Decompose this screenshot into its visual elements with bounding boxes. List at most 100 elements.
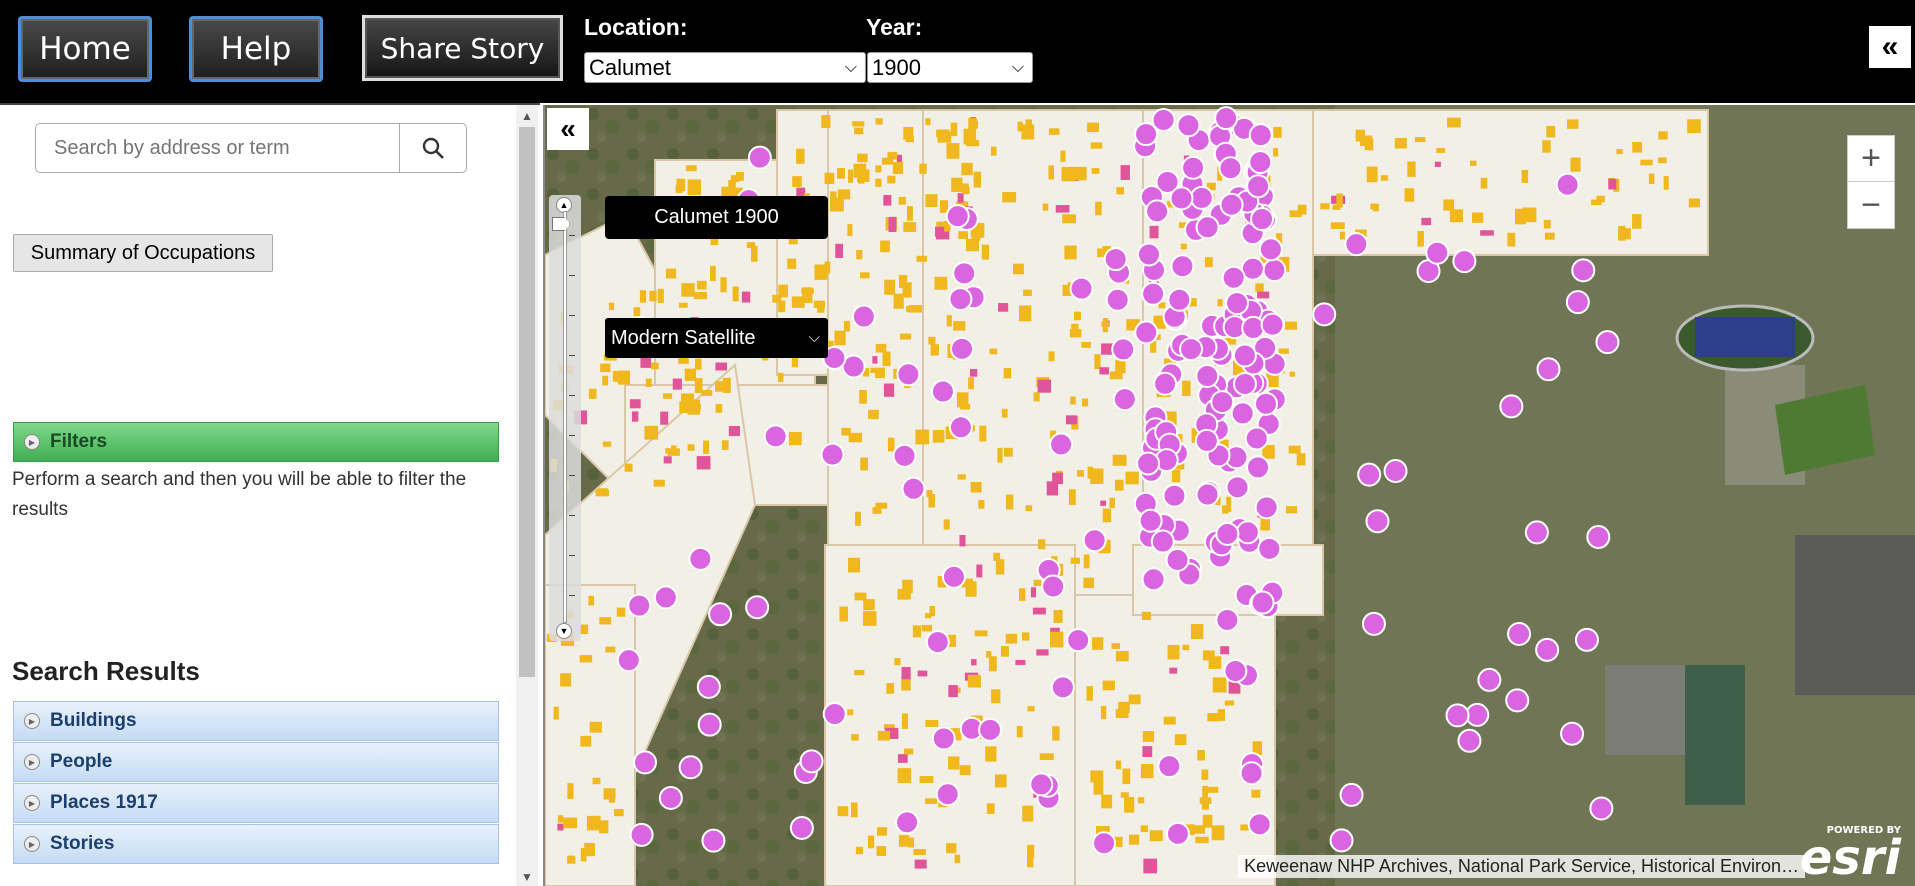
map-marker[interactable] (708, 602, 733, 627)
map-marker[interactable] (1153, 371, 1178, 396)
map-marker[interactable] (1507, 621, 1532, 646)
map-marker[interactable] (948, 415, 973, 440)
map-marker[interactable] (941, 564, 966, 589)
map-marker[interactable] (1535, 637, 1560, 662)
map-marker[interactable] (1215, 521, 1240, 546)
map-marker[interactable] (1136, 451, 1161, 476)
map-marker[interactable] (1225, 291, 1250, 316)
results-buildings[interactable]: ▶ Buildings (13, 701, 499, 741)
map-marker[interactable] (1560, 721, 1585, 746)
map-marker[interactable] (1167, 287, 1192, 312)
double-chevron-left-icon[interactable]: « (1869, 26, 1911, 68)
map-marker[interactable] (1565, 290, 1590, 315)
map-marker[interactable] (678, 755, 703, 780)
map-marker[interactable] (1111, 337, 1136, 362)
map-marker[interactable] (1181, 155, 1206, 180)
map-marker[interactable] (1050, 675, 1075, 700)
map-marker[interactable] (1092, 831, 1117, 856)
map-marker[interactable] (1248, 150, 1273, 175)
map-marker[interactable] (1141, 281, 1166, 306)
map-marker[interactable] (1254, 495, 1279, 520)
map-marker[interactable] (1157, 754, 1182, 779)
map-marker[interactable] (747, 145, 772, 170)
map-marker[interactable] (896, 362, 921, 387)
map-marker[interactable] (945, 204, 970, 229)
double-chevron-left-icon[interactable]: « (547, 108, 589, 150)
map-marker[interactable] (1169, 186, 1194, 211)
scroll-down-icon[interactable]: ▼ (521, 870, 533, 884)
map-view[interactable]: « ▲ ▼ Calumet 1900 Modern Satellite ⌵ + … (543, 105, 1915, 886)
map-marker[interactable] (1339, 782, 1364, 807)
map-marker[interactable] (1195, 364, 1220, 389)
map-marker[interactable] (1253, 391, 1278, 416)
map-marker[interactable] (1595, 330, 1620, 355)
map-marker[interactable] (1179, 337, 1204, 362)
map-marker[interactable] (745, 595, 770, 620)
results-people[interactable]: ▶ People (13, 742, 499, 782)
map-marker[interactable] (1141, 567, 1166, 592)
slider-track[interactable] (563, 211, 567, 623)
share-story-button[interactable]: Share Story (362, 15, 563, 81)
map-marker[interactable] (1241, 315, 1266, 340)
map-marker[interactable] (1210, 390, 1235, 415)
map-marker[interactable] (1571, 258, 1596, 283)
map-marker[interactable] (1136, 242, 1161, 267)
map-marker[interactable] (822, 701, 847, 726)
map-marker[interactable] (1445, 703, 1470, 728)
map-marker[interactable] (701, 828, 726, 853)
map-marker[interactable] (1586, 524, 1611, 549)
zoom-in-button[interactable]: + (1848, 136, 1894, 182)
map-marker[interactable] (1176, 113, 1201, 138)
map-marker[interactable] (1357, 462, 1382, 487)
map-marker[interactable] (1250, 590, 1275, 615)
map-marker[interactable] (892, 443, 917, 468)
map-marker[interactable] (851, 304, 876, 329)
map-marker[interactable] (931, 726, 956, 751)
map-marker[interactable] (1041, 574, 1066, 599)
map-marker[interactable] (1232, 371, 1257, 396)
time-slider[interactable]: ▲ ▼ (549, 195, 581, 641)
map-marker[interactable] (1452, 249, 1477, 274)
map-marker[interactable] (949, 336, 974, 361)
map-marker[interactable] (820, 442, 845, 467)
home-button[interactable]: Home (18, 16, 152, 82)
map-marker[interactable] (1250, 206, 1275, 231)
map-marker[interactable] (1219, 192, 1244, 217)
map-marker[interactable] (1134, 122, 1159, 147)
map-marker[interactable] (1244, 426, 1269, 451)
map-marker[interactable] (1145, 199, 1170, 224)
map-marker[interactable] (1194, 428, 1219, 453)
scroll-thumb[interactable] (519, 127, 535, 677)
map-marker[interactable] (1465, 702, 1490, 727)
map-marker[interactable] (925, 630, 950, 655)
map-marker[interactable] (632, 750, 657, 775)
map-marker[interactable] (1103, 247, 1128, 272)
map-marker[interactable] (1195, 215, 1220, 240)
map-marker[interactable] (1246, 174, 1271, 199)
search-input[interactable] (36, 124, 399, 172)
esri-logo[interactable]: POWERED BY esri (1800, 825, 1901, 882)
map-marker[interactable] (629, 822, 654, 847)
map-marker[interactable] (935, 782, 960, 807)
map-marker[interactable] (1225, 475, 1250, 500)
map-marker[interactable] (763, 424, 788, 449)
map-marker[interactable] (1049, 432, 1074, 457)
map-marker[interactable] (1029, 772, 1054, 797)
map-marker[interactable] (1066, 628, 1091, 653)
map-marker[interactable] (1589, 796, 1614, 821)
slider-down-icon[interactable]: ▼ (556, 623, 572, 639)
year-select[interactable]: 1900 ⌵ (867, 52, 1033, 83)
map-marker[interactable] (978, 717, 1003, 742)
map-marker[interactable] (1162, 483, 1187, 508)
map-marker[interactable] (1524, 520, 1549, 545)
sidebar-scrollbar[interactable]: ▲ ▼ (516, 105, 538, 886)
map-marker[interactable] (1383, 459, 1408, 484)
map-marker[interactable] (1223, 659, 1248, 684)
map-marker[interactable] (1246, 455, 1271, 480)
map-marker[interactable] (1574, 627, 1599, 652)
location-select[interactable]: Calumet ⌵ (584, 52, 866, 83)
map-marker[interactable] (697, 712, 722, 737)
map-marker[interactable] (616, 648, 641, 673)
map-marker[interactable] (688, 546, 713, 571)
results-places-1917[interactable]: ▶ Places 1917 (13, 783, 499, 823)
